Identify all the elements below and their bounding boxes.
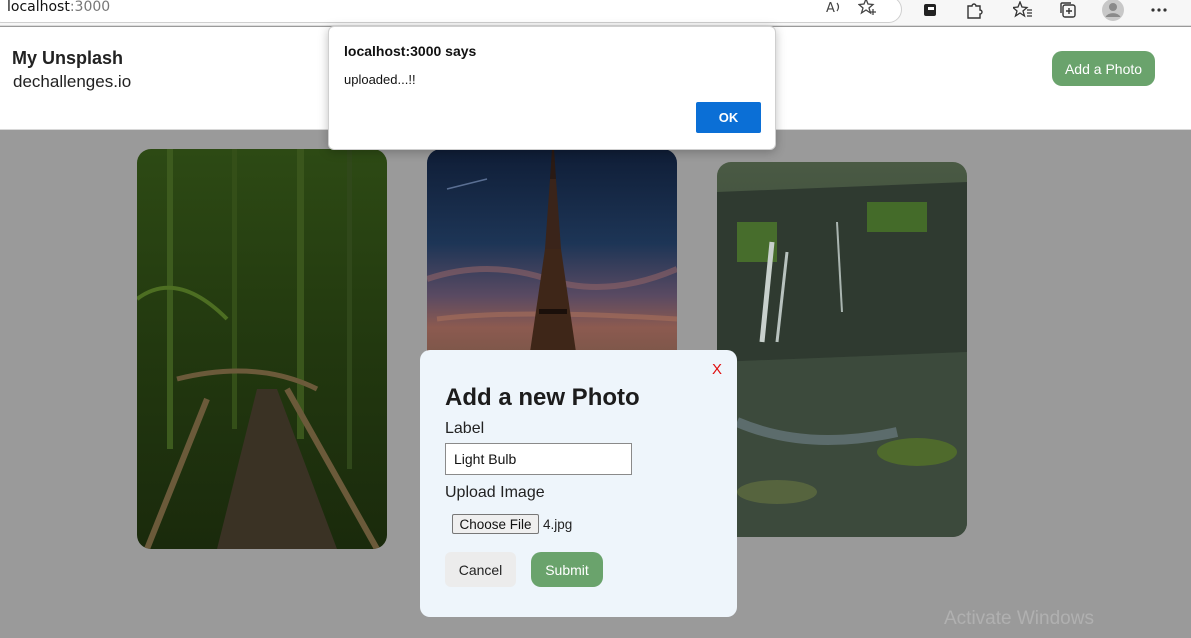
browser-alert-dialog: localhost:3000 says uploaded...!! OK <box>328 26 776 150</box>
upload-image-label: Upload Image <box>445 484 545 501</box>
alert-message: uploaded...!! <box>344 72 416 87</box>
svg-text:A: A <box>826 1 835 15</box>
alert-ok-button[interactable]: OK <box>696 102 761 133</box>
profile-icon[interactable] <box>1101 0 1125 22</box>
alert-title: localhost:3000 says <box>344 43 477 59</box>
choose-file-button[interactable]: Choose File <box>452 514 539 534</box>
photo-eiffel-tower[interactable] <box>427 149 677 359</box>
url-port: :3000 <box>69 0 111 15</box>
address-bar[interactable]: localhost:3000 A <box>0 0 902 23</box>
read-aloud-icon[interactable]: A <box>823 0 845 17</box>
favorite-add-icon[interactable] <box>857 0 879 17</box>
address-text[interactable]: localhost:3000 <box>7 0 110 15</box>
url-host: localhost <box>7 0 70 15</box>
site-title: My Unsplash <box>12 48 124 68</box>
label-input-value: Light Bulb <box>454 451 517 467</box>
add-photo-modal: X Add a new Photo Label Light Bulb Uploa… <box>420 350 737 617</box>
submit-button[interactable]: Submit <box>531 552 603 587</box>
label-field-label: Label <box>445 420 485 437</box>
cancel-button[interactable]: Cancel <box>445 552 516 587</box>
extensions-icon[interactable] <box>963 0 985 20</box>
modal-close-button[interactable]: X <box>712 361 722 378</box>
modal-title: Add a new Photo <box>445 384 640 411</box>
site-subtitle: dechallenges.io <box>13 72 132 91</box>
selected-file-name: 4.jpg <box>543 517 573 532</box>
photo-waterfall[interactable] <box>717 162 967 537</box>
tab-actions-icon[interactable] <box>1057 0 1079 20</box>
collections-icon[interactable] <box>919 0 941 20</box>
more-icon[interactable] <box>1148 0 1170 20</box>
favorites-icon[interactable] <box>1012 0 1034 20</box>
label-input[interactable]: Light Bulb <box>445 443 632 475</box>
browser-toolbar: localhost:3000 A <box>0 0 1191 26</box>
add-photo-button[interactable]: Add a Photo <box>1052 51 1155 86</box>
photo-forest-boardwalk[interactable] <box>137 149 387 549</box>
activate-windows-watermark: Activate Windows <box>944 608 1094 629</box>
